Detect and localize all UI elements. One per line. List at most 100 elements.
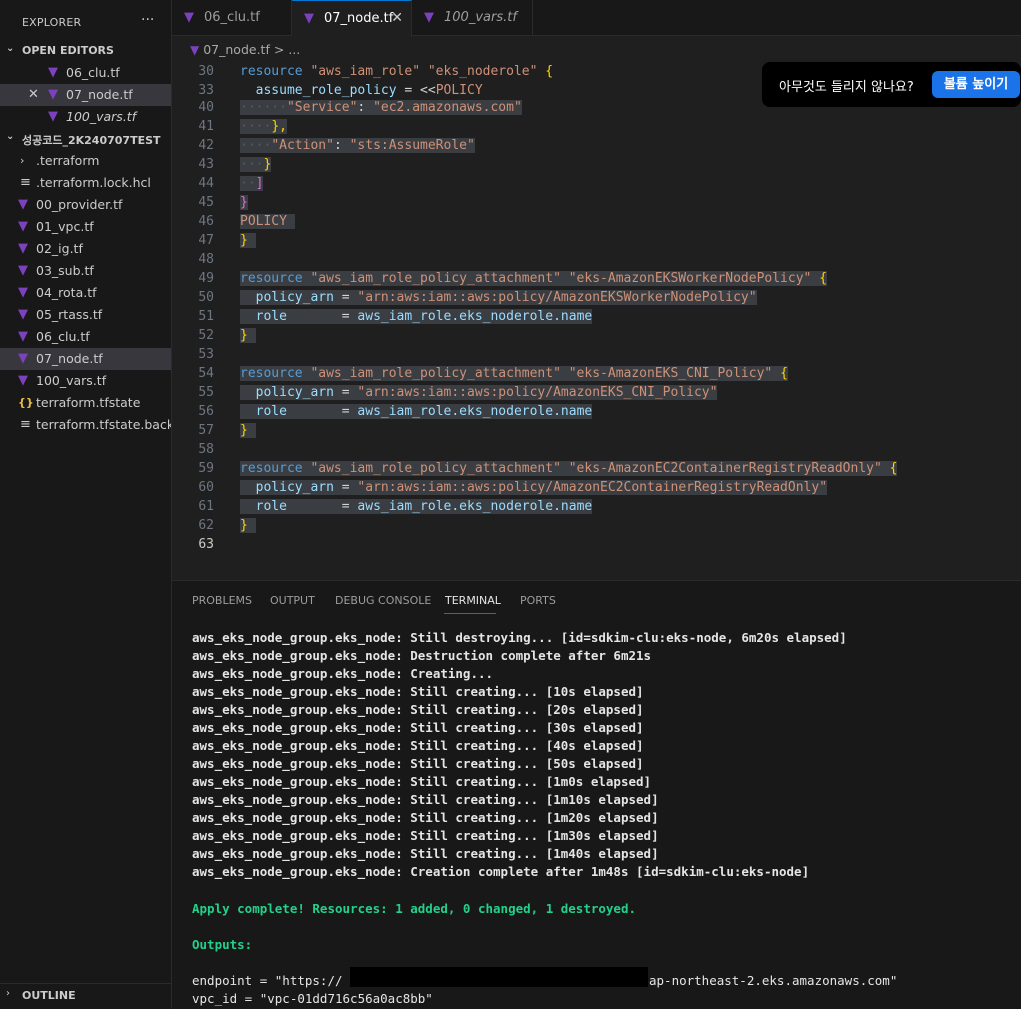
code-line[interactable]: } <box>240 233 256 248</box>
vpc-id-output: vpc_id = "vpc-01dd716c56a0ac8bb" <box>192 991 433 1006</box>
code-line[interactable]: policy_arn = "arn:aws:iam::aws:policy/Am… <box>240 385 718 400</box>
terminal-line: aws_eks_node_group.eks_node: Creating... <box>192 666 494 681</box>
file-item[interactable]: ▼ 100_vars.tf <box>0 370 171 392</box>
tab-100-vars[interactable]: ▼ 100_vars.tf <box>412 0 533 35</box>
open-editor-item[interactable]: ▼ 06_clu.tf <box>0 62 171 84</box>
file-item[interactable]: ≡ .terraform.lock.hcl <box>0 172 171 194</box>
terraform-icon: ▼ <box>190 43 200 57</box>
file-label: 07_node.tf <box>36 351 103 366</box>
breadcrumb-rest[interactable]: ... <box>288 42 300 57</box>
file-item[interactable]: ▼ 03_sub.tf <box>0 260 171 282</box>
code-line[interactable]: ······"Service": "ec2.amazonaws.com" <box>240 100 522 115</box>
line-number: 62 <box>198 518 214 533</box>
tab-label: 100_vars.tf <box>444 10 517 25</box>
tab-ports[interactable]: PORTS <box>520 594 556 607</box>
outline-section[interactable]: › OUTLINE <box>0 983 171 1009</box>
close-icon[interactable]: ✕ <box>28 88 42 102</box>
line-number: 46 <box>198 214 214 229</box>
tab-07-node[interactable]: ▼ 07_node.tf ✕ <box>292 0 412 37</box>
file-item[interactable]: ▼ 02_ig.tf <box>0 238 171 260</box>
code-property: policy_arn <box>255 385 334 400</box>
file-item[interactable]: ▼ 00_provider.tf <box>0 194 171 216</box>
code-line[interactable]: role = aws_iam_role.eks_noderole.name <box>240 499 593 514</box>
chevron-right-icon: › <box>6 988 10 999</box>
tab-terminal[interactable]: TERMINAL <box>445 594 501 607</box>
code-brace: }, <box>271 119 287 134</box>
terminal-line: aws_eks_node_group.eks_node: Still creat… <box>192 720 644 735</box>
tab-output[interactable]: OUTPUT <box>270 594 315 607</box>
terminal-line: aws_eks_node_group.eks_node: Destruction… <box>192 648 652 663</box>
code-string: "eks_noderole" <box>427 64 538 79</box>
terraform-icon: ▼ <box>48 65 58 80</box>
code-line[interactable]: role = aws_iam_role.eks_noderole.name <box>240 309 593 324</box>
more-actions-icon[interactable]: ··· <box>141 12 154 28</box>
code-brace: { <box>819 271 828 286</box>
code-operator: : <box>333 138 342 153</box>
line-number: 44 <box>198 176 214 191</box>
code-line[interactable]: ···} <box>240 157 272 172</box>
code-reference: aws_iam_role.eks_noderole.name <box>357 404 593 419</box>
editor-tab-bar: ▼ 06_clu.tf ▼ 07_node.tf ✕ ▼ 100_vars.tf <box>172 0 1021 37</box>
close-tab-icon[interactable]: ✕ <box>391 10 403 26</box>
code-operator: = << <box>404 83 436 98</box>
tab-debug-console[interactable]: DEBUG CONSOLE <box>335 594 431 607</box>
code-line[interactable]: resource "aws_iam_role_policy_attachment… <box>240 366 788 381</box>
terminal-line: aws_eks_node_group.eks_node: Still creat… <box>192 684 644 699</box>
line-number: 48 <box>198 252 214 267</box>
file-label: .terraform.lock.hcl <box>36 175 151 190</box>
code-string: "aws_iam_role_policy_attachment" <box>310 271 561 286</box>
file-item[interactable]: ▼ 04_rota.tf <box>0 282 171 304</box>
code-line[interactable]: POLICY <box>240 214 295 229</box>
code-line[interactable]: } <box>240 195 248 210</box>
line-number: 40 <box>198 100 214 115</box>
volume-up-button[interactable]: 볼륨 높이기 <box>932 71 1020 98</box>
terminal-line: aws_eks_node_group.eks_node: Still creat… <box>192 810 659 825</box>
open-editor-label: 07_node.tf <box>66 87 133 102</box>
file-label: 100_vars.tf <box>36 373 107 388</box>
file-item[interactable]: ▼ 06_clu.tf <box>0 326 171 348</box>
code-line[interactable]: policy_arn = "arn:aws:iam::aws:policy/Am… <box>240 290 757 305</box>
terraform-icon: ▼ <box>18 285 28 300</box>
code-line[interactable]: ····}, <box>240 119 287 134</box>
file-item[interactable]: ▼ 01_vpc.tf <box>0 216 171 238</box>
code-line[interactable]: resource "aws_iam_role_policy_attachment… <box>240 461 898 476</box>
line-number: 58 <box>198 442 214 457</box>
project-folder-section[interactable]: ⌄ 성공코드_2K240707TEST <box>0 128 171 150</box>
terraform-icon: ▼ <box>184 10 194 25</box>
code-line[interactable]: } <box>240 328 256 343</box>
terminal-line: aws_eks_node_group.eks_node: Still creat… <box>192 846 659 861</box>
line-number: 33 <box>198 83 214 98</box>
code-line[interactable]: policy_arn = "arn:aws:iam::aws:policy/Am… <box>240 480 828 495</box>
code-operator: = <box>341 499 350 514</box>
redaction-block <box>350 967 648 987</box>
code-line[interactable]: ····"Action": "sts:AssumeRole" <box>240 138 475 153</box>
code-line[interactable]: } <box>240 423 256 438</box>
line-number: 30 <box>198 64 214 79</box>
tab-problems[interactable]: PROBLEMS <box>192 594 252 607</box>
tab-06-clu[interactable]: ▼ 06_clu.tf <box>172 0 292 35</box>
line-number: 51 <box>198 309 214 324</box>
breadcrumb-file[interactable]: 07_node.tf <box>203 42 270 57</box>
file-item-terraform-folder[interactable]: › .terraform <box>0 150 171 172</box>
file-item[interactable]: ▼ 05_rtass.tf <box>0 304 171 326</box>
terraform-icon: ▼ <box>304 11 314 26</box>
file-label: 04_rota.tf <box>36 285 97 300</box>
file-item[interactable]: ≡ terraform.tfstate.back... <box>0 414 171 436</box>
terraform-icon: ▼ <box>48 87 58 102</box>
file-label: 02_ig.tf <box>36 241 83 256</box>
code-line[interactable]: } <box>240 518 256 533</box>
code-line[interactable]: resource "aws_iam_role" "eks_noderole" { <box>240 64 553 79</box>
code-line[interactable]: assume_role_policy = <<POLICY <box>240 83 483 98</box>
open-editor-item[interactable]: ✕ ▼ 07_node.tf <box>0 84 171 106</box>
terminal-line: aws_eks_node_group.eks_node: Still creat… <box>192 828 659 843</box>
code-line[interactable]: ··] <box>240 176 264 191</box>
breadcrumb-separator: > <box>273 42 285 57</box>
file-item-selected[interactable]: ▼ 07_node.tf <box>0 348 171 370</box>
code-line[interactable]: role = aws_iam_role.eks_noderole.name <box>240 404 593 419</box>
open-editors-section[interactable]: ⌄ OPEN EDITORS <box>0 40 171 62</box>
file-item[interactable]: {} terraform.tfstate <box>0 392 171 414</box>
code-keyword: resource <box>240 366 303 381</box>
code-string: "eks-AmazonEC2ContainerRegistryReadOnly" <box>568 461 882 476</box>
open-editor-item[interactable]: ▼ 100_vars.tf <box>0 106 171 128</box>
code-line[interactable]: resource "aws_iam_role_policy_attachment… <box>240 271 828 286</box>
